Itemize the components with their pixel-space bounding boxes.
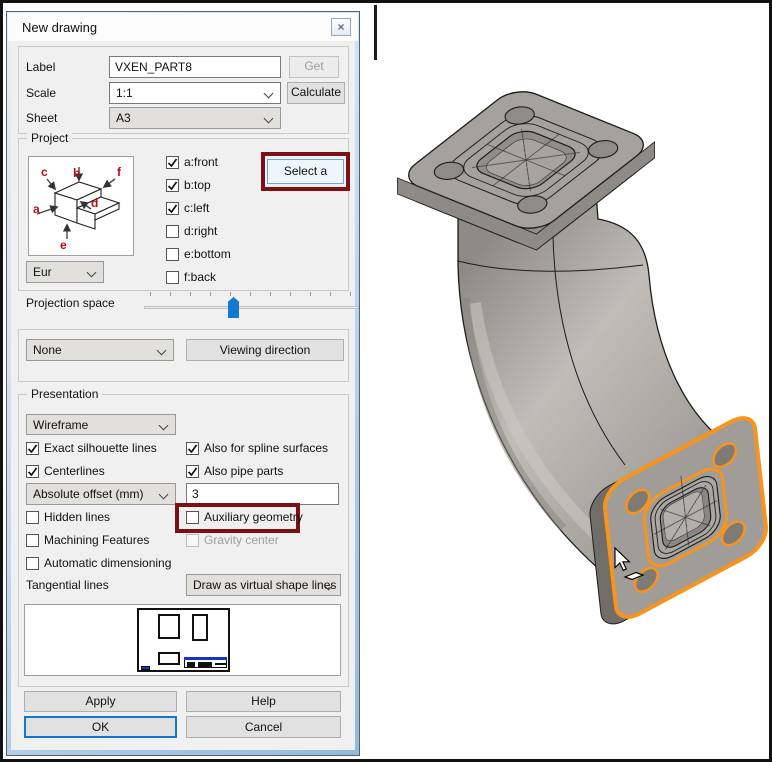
preview-view-1 xyxy=(158,614,180,639)
presentation-mode-combo[interactable]: Wireframe xyxy=(26,414,176,435)
calculate-button[interactable]: Calculate xyxy=(287,82,345,104)
help-button[interactable]: Help xyxy=(186,691,341,712)
checkbox-also-pipe-label: Also pipe parts xyxy=(204,464,283,479)
tangential-lines-combo[interactable]: Draw as virtual shape lines ( xyxy=(186,574,341,596)
viewing-direction-button[interactable]: Viewing direction xyxy=(186,339,344,361)
sheet-preview xyxy=(24,604,341,676)
projection-standard-combo[interactable]: Eur xyxy=(26,261,104,283)
diagram-letter-a: a xyxy=(33,202,40,216)
sheet-field-label: Sheet xyxy=(26,107,57,129)
slider-thumb[interactable] xyxy=(228,297,239,318)
new-drawing-dialog: New drawing × Label Get Scale 1:1 Calcul… xyxy=(6,11,360,756)
slider-track[interactable] xyxy=(144,306,359,309)
project-group-title: Project xyxy=(27,131,72,145)
checkbox-machining-features[interactable] xyxy=(26,534,39,547)
ok-button[interactable]: OK xyxy=(24,716,177,738)
preview-logo-chip xyxy=(141,666,150,670)
checkbox-c-left-label: c:left xyxy=(184,201,209,216)
checkbox-hidden-lines-label: Hidden lines xyxy=(44,510,110,525)
diagram-letter-f: f xyxy=(117,165,122,179)
checkbox-hidden-lines[interactable] xyxy=(26,511,39,524)
checkbox-exact-silhouette[interactable] xyxy=(26,442,39,455)
tangential-lines-label: Tangential lines xyxy=(26,574,109,596)
checkbox-machining-features-label: Machining Features xyxy=(44,533,149,548)
checkbox-a-front-label: a:front xyxy=(184,155,218,170)
preview-title-block-bar xyxy=(184,657,227,660)
presentation-group-title: Presentation xyxy=(27,387,102,401)
diagram-letter-d: d xyxy=(91,196,98,210)
dialog-title: New drawing xyxy=(22,20,97,35)
dialog-content: Label Get Scale 1:1 Calculate Sheet A3 P… xyxy=(11,41,355,750)
checkbox-b-top[interactable] xyxy=(166,179,179,192)
select-a-button[interactable]: Select a xyxy=(267,159,344,184)
diagram-letter-e: e xyxy=(60,238,67,252)
checkbox-exact-silhouette-label: Exact silhouette lines xyxy=(44,441,157,456)
label-input[interactable] xyxy=(109,56,281,78)
sheet-combo[interactable]: A3 xyxy=(109,107,281,129)
scale-combo[interactable]: 1:1 xyxy=(109,82,281,104)
checkbox-centerlines-label: Centerlines xyxy=(44,464,105,479)
checkbox-e-bottom[interactable] xyxy=(166,248,179,261)
projection-diagram: a b c d e f xyxy=(28,156,134,256)
checkbox-a-front[interactable] xyxy=(166,156,179,169)
close-icon[interactable]: × xyxy=(331,18,351,36)
checkbox-centerlines[interactable] xyxy=(26,465,39,478)
window-edge-artifact xyxy=(374,5,377,60)
checkbox-gravity-center xyxy=(186,534,199,547)
checkbox-f-back-label: f:back xyxy=(184,270,216,285)
diagram-letter-b: b xyxy=(73,166,80,180)
diagram-letter-c: c xyxy=(41,165,48,179)
get-button[interactable]: Get xyxy=(289,56,339,78)
projection-space-slider[interactable] xyxy=(144,292,359,324)
offset-mode-combo[interactable]: Absolute offset (mm) xyxy=(26,483,176,505)
preview-sheet xyxy=(137,608,230,672)
label-field-label: Label xyxy=(26,56,55,78)
dialog-titlebar[interactable]: New drawing × xyxy=(8,13,358,41)
checkbox-e-bottom-label: e:bottom xyxy=(184,247,231,262)
preview-view-3 xyxy=(158,652,180,665)
preview-view-2 xyxy=(192,614,208,641)
checkbox-b-top-label: b:top xyxy=(184,178,211,193)
projection-space-label: Projection space xyxy=(26,292,115,314)
checkbox-d-right-label: d:right xyxy=(184,224,217,239)
offset-value-input[interactable] xyxy=(186,483,339,505)
checkbox-d-right[interactable] xyxy=(166,225,179,238)
model-viewport[interactable] xyxy=(368,3,772,762)
checkbox-also-spline-label: Also for spline surfaces xyxy=(204,441,328,456)
viewing-combo[interactable]: None xyxy=(26,339,174,361)
checkbox-c-left[interactable] xyxy=(166,202,179,215)
slider-ticks xyxy=(150,292,357,297)
checkbox-auxiliary-geometry[interactable] xyxy=(186,511,199,524)
checkbox-auxiliary-geometry-label: Auxiliary geometry xyxy=(204,510,303,525)
preview-title-block xyxy=(184,657,227,668)
checkbox-gravity-center-label: Gravity center xyxy=(204,533,279,548)
checkbox-f-back[interactable] xyxy=(166,271,179,284)
checkbox-automatic-dimensioning-label: Automatic dimensioning xyxy=(44,556,171,571)
cancel-button[interactable]: Cancel xyxy=(186,716,341,738)
screenshot-canvas: New drawing × Label Get Scale 1:1 Calcul… xyxy=(0,0,772,762)
checkbox-automatic-dimensioning[interactable] xyxy=(26,557,39,570)
scale-field-label: Scale xyxy=(26,82,56,104)
checkbox-also-spline[interactable] xyxy=(186,442,199,455)
apply-button[interactable]: Apply xyxy=(24,691,177,712)
checkbox-also-pipe[interactable] xyxy=(186,465,199,478)
